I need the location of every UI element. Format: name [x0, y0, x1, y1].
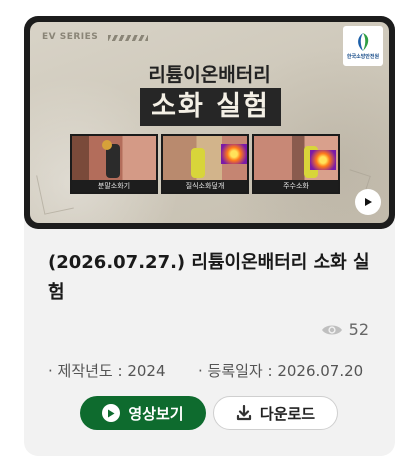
experiment-photo [72, 136, 156, 182]
download-label: 다운로드 [259, 404, 316, 423]
series-tag: EV SERIES [42, 32, 99, 42]
thumbnail-headline: 리튬이온배터리 [148, 64, 271, 86]
download-button[interactable]: 다운로드 [213, 396, 338, 430]
thumbnail-headline-box: 소화 실험 [140, 88, 281, 126]
thumbnail-play-button[interactable] [355, 189, 381, 215]
logo-text: 한국소방안전원 [346, 54, 380, 60]
play-circle-icon [102, 404, 121, 422]
view-count: 52 [321, 320, 369, 339]
watch-video-label: 영상보기 [128, 404, 184, 423]
view-count-value: 52 [348, 320, 369, 339]
experiment-panel: 주수소화 [252, 134, 340, 194]
video-thumbnail[interactable]: EV SERIES 한국소방안전원 리튬이온배터리 소화 실험 분말소화기 질식… [24, 16, 395, 229]
series-stripes [108, 35, 148, 41]
experiment-caption: 분말소화기 [72, 180, 156, 192]
watch-video-button[interactable]: 영상보기 [80, 396, 206, 430]
thumbnail-image[interactable]: EV SERIES 한국소방안전원 리튬이온배터리 소화 실험 분말소화기 질식… [30, 22, 389, 223]
logo-mark-icon [358, 33, 369, 51]
eye-icon [321, 325, 342, 334]
download-icon [236, 405, 251, 421]
experiment-panel: 분말소화기 [70, 134, 158, 194]
experiment-panel: 질식소화덮개 [161, 134, 249, 194]
experiment-photo [254, 136, 338, 182]
decorative-sketch [36, 169, 74, 215]
video-title[interactable]: (2026.07.27.) 리튬이온배터리 소화 실험 [48, 248, 378, 308]
play-icon [365, 198, 372, 206]
experiment-caption: 질식소화덮개 [163, 180, 247, 192]
production-year: · 제작년도 : 2024 [48, 362, 166, 380]
video-card: EV SERIES 한국소방안전원 리튬이온배터리 소화 실험 분말소화기 질식… [24, 16, 395, 456]
experiment-photo [163, 136, 247, 182]
experiment-caption: 주수소화 [254, 180, 338, 192]
registration-date: · 등록일자 : 2026.07.20 [198, 362, 364, 380]
